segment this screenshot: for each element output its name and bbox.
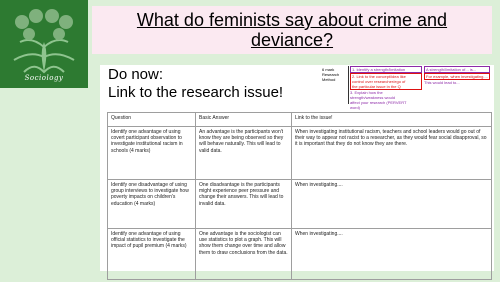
header-question: Question: [107, 112, 196, 127]
table-row: Identify one advantage of using covert p…: [107, 126, 492, 180]
step-3: 3. Explain how the strength/weakness wou…: [350, 90, 422, 110]
question-cell: Identify one advantage of using official…: [107, 228, 196, 280]
table-row: Identify one advantage of using official…: [107, 228, 492, 280]
link-cell[interactable]: When investigating institutional racism,…: [291, 126, 492, 180]
slide-title-line2: deviance?: [250, 30, 334, 50]
title-banner: What do feminists say about crime and de…: [92, 6, 492, 54]
link-cell[interactable]: When investigating....: [291, 228, 492, 280]
answer-cell: An advantage is the participants won't k…: [195, 126, 292, 180]
answer-cell: One disadvantage is the participants mig…: [195, 179, 292, 229]
mark-scheme-divider: [348, 66, 349, 104]
starter-3: This would lead to...: [424, 80, 460, 85]
header-basic-answer: Basic Answer: [195, 112, 292, 127]
mark-scheme-type-line: Method: [322, 77, 336, 82]
table-row: Identify one disadvantage of using group…: [107, 179, 492, 229]
header-link: Link to the issue!: [291, 112, 492, 127]
step-2: 2. Link to the concept/idea like control…: [350, 73, 422, 90]
mark-scheme-sentence-starters: A strength/limitation of... is... For ex…: [424, 66, 490, 85]
step-2-line: the particular issue in the Q: [352, 84, 401, 89]
mark-scheme-steps: 1. Identify a strength/limitation 2. Lin…: [350, 66, 422, 110]
question-cell: Identify one disadvantage of using group…: [107, 179, 196, 229]
logo-wordmark: Sociology: [24, 74, 64, 82]
step-3-line: word): [350, 105, 361, 110]
do-now-heading: Do now: Link to the research issue!: [108, 66, 308, 102]
starter-1: A strength/limitation of... is...: [424, 66, 490, 73]
slide-title-line1: What do feminists say about crime and: [136, 10, 448, 30]
question-cell: Identify one advantage of using covert p…: [107, 126, 196, 180]
link-cell[interactable]: When investigating....: [291, 179, 492, 229]
research-task-table: Question Basic Answer Link to the issue!…: [107, 112, 492, 280]
do-now-instruction: Link to the research issue!: [108, 84, 284, 101]
answer-cell: One advantage is the sociologist can use…: [195, 228, 292, 280]
starter-2: For example, when investigating....: [424, 73, 490, 80]
mark-scheme-type: 6 mark Research Method: [322, 67, 348, 82]
slide-title: What do feminists say about crime and de…: [92, 10, 492, 50]
sociology-logo: Sociology: [0, 0, 88, 88]
tree-logo-icon: [13, 9, 75, 74]
step-1: 1. Identify a strength/limitation: [350, 66, 422, 73]
mark-scheme-guide: 6 mark Research Method 1. Identify a str…: [322, 66, 492, 110]
do-now-label: Do now:: [108, 66, 164, 83]
table-header-row: Question Basic Answer Link to the issue!: [107, 112, 492, 127]
